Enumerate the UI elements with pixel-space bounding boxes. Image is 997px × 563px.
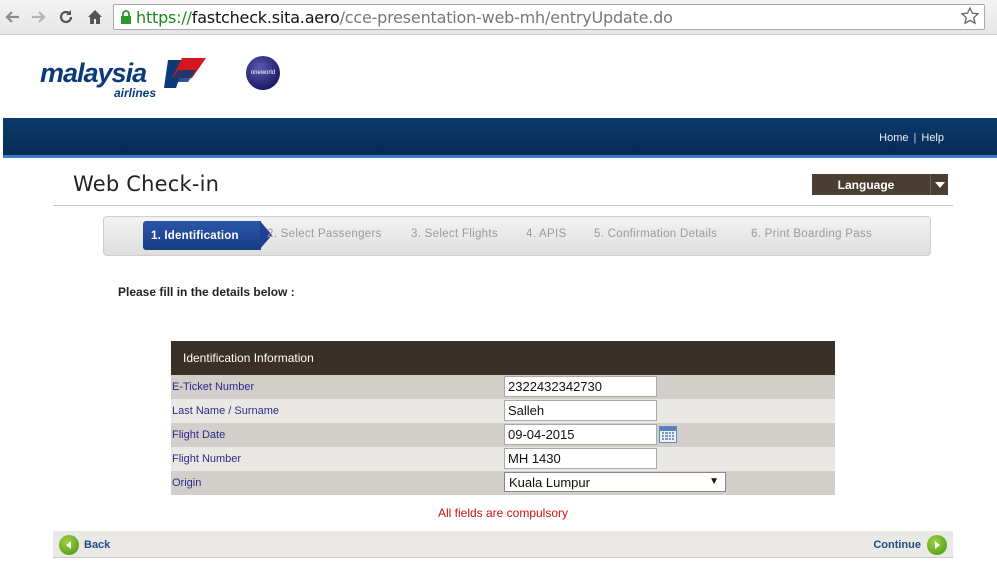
back-label: Back xyxy=(84,539,111,551)
checkin-progress-steps: 1. Identification 2. Select Passengers 3… xyxy=(103,216,931,256)
logo-subtext: airlines xyxy=(114,86,157,100)
arrow-right-icon xyxy=(32,11,46,23)
url-host: fastcheck.sita.aero xyxy=(191,7,340,27)
calendar-icon[interactable] xyxy=(659,426,677,443)
reload-icon xyxy=(59,10,73,24)
step-print-boarding-pass: 6. Print Boarding Pass xyxy=(751,228,873,240)
kite-logo-icon xyxy=(164,58,206,88)
continue-label: Continue xyxy=(873,539,921,551)
page-title: Web Check-in xyxy=(73,172,220,196)
surname-label: Last Name / Surname xyxy=(172,405,279,417)
eticket-row: E-Ticket Number 2322432342730 xyxy=(171,375,835,399)
flight-date-input[interactable]: 09-04-2015 xyxy=(504,424,657,445)
form-heading: Identification Information xyxy=(171,341,835,375)
home-icon xyxy=(88,10,102,24)
browser-back-button[interactable] xyxy=(0,4,26,30)
link-separator: | xyxy=(913,132,917,144)
flight-date-label: Flight Date xyxy=(172,429,226,441)
browser-toolbar: https://fastcheck.sita.aero/cce-presenta… xyxy=(0,0,997,35)
form-instruction: Please fill in the details below : xyxy=(118,285,295,299)
continue-button[interactable]: Continue xyxy=(873,535,947,555)
origin-select[interactable]: Kuala Lumpur ▼ xyxy=(504,472,726,492)
flight-date-row: Flight Date 09-04-2015 xyxy=(171,423,835,447)
browser-forward-button[interactable] xyxy=(25,4,51,30)
title-divider xyxy=(53,205,953,206)
lock-icon xyxy=(120,10,132,24)
eticket-number-input[interactable]: 2322432342730 xyxy=(504,376,657,397)
url-path: /cce-presentation-web-mh/entryUpdate.do xyxy=(339,7,673,27)
browser-home-button[interactable] xyxy=(82,4,108,30)
oneworld-text: oneworld xyxy=(250,70,276,76)
step-select-passengers: 2. Select Passengers xyxy=(267,228,382,240)
dropdown-arrow-icon: ▼ xyxy=(709,476,719,487)
step-identification: 1. Identification xyxy=(143,221,261,250)
step-select-flights: 3. Select Flights xyxy=(411,228,498,240)
eticket-label: E-Ticket Number xyxy=(172,381,255,393)
logo-wordmark: malaysia xyxy=(40,58,147,88)
bookmark-star-icon[interactable] xyxy=(960,6,980,30)
language-label: Language xyxy=(837,177,895,192)
origin-selected-value: Kuala Lumpur xyxy=(509,474,590,490)
back-arrow-icon xyxy=(59,535,79,555)
help-link[interactable]: Help xyxy=(921,132,944,144)
flight-number-input[interactable]: MH 1430 xyxy=(504,448,657,469)
language-dropdown[interactable]: Language xyxy=(812,174,948,195)
origin-row: Origin Kuala Lumpur ▼ xyxy=(171,471,835,495)
utility-links: Home | Help xyxy=(879,132,944,144)
step-apis: 4. APIS xyxy=(526,228,567,240)
top-nav-band: Home | Help xyxy=(3,118,997,158)
origin-label: Origin xyxy=(172,477,202,489)
back-button[interactable]: Back xyxy=(59,535,110,555)
surname-input[interactable]: Salleh xyxy=(504,400,657,421)
compulsory-notice: All fields are compulsory xyxy=(437,506,569,520)
site-header: malaysia airlines oneworld xyxy=(0,36,997,118)
identification-form: Identification Information E-Ticket Numb… xyxy=(171,341,835,495)
home-link[interactable]: Home xyxy=(879,132,908,144)
flight-number-label: Flight Number xyxy=(172,453,242,465)
arrow-left-icon xyxy=(5,11,19,23)
oneworld-logo: oneworld xyxy=(246,56,280,90)
address-bar[interactable]: https://fastcheck.sita.aero/cce-presenta… xyxy=(113,4,985,30)
url-scheme: https:// xyxy=(136,7,192,27)
flight-number-row: Flight Number MH 1430 xyxy=(171,447,835,471)
surname-row: Last Name / Surname Salleh xyxy=(171,399,835,423)
step-confirmation-details: 5. Confirmation Details xyxy=(594,228,718,240)
browser-reload-button[interactable] xyxy=(53,4,79,30)
chevron-down-icon xyxy=(930,174,948,195)
forward-arrow-icon xyxy=(927,535,947,555)
bottom-nav-bar: Back Continue xyxy=(53,531,953,558)
